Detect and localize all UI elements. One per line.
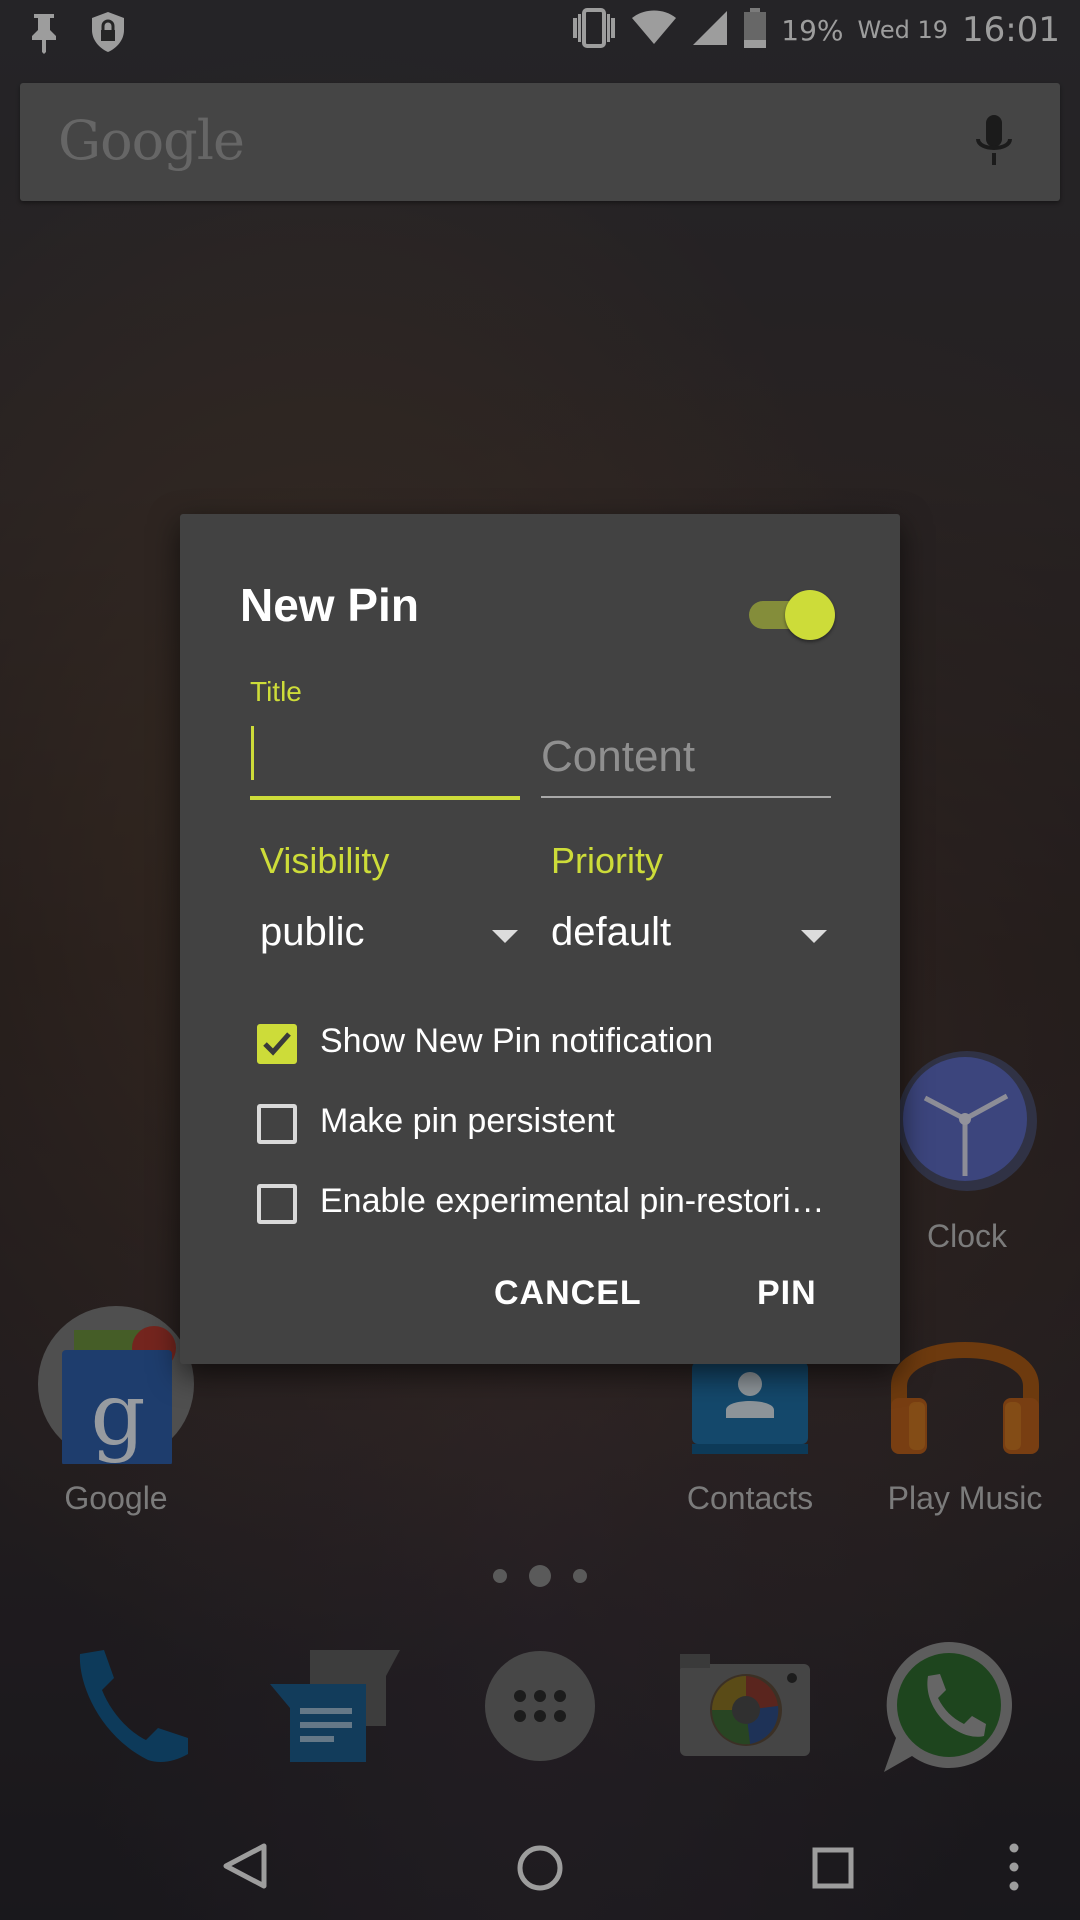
toggle-thumb	[785, 590, 835, 640]
priority-value: default	[551, 910, 672, 954]
home-screen: 19% Wed 19 16:01 Google Clock g Google C…	[0, 0, 1080, 1920]
show-notification-label: Show New Pin notification	[320, 1022, 714, 1060]
pin-enabled-toggle[interactable]	[745, 590, 835, 640]
visibility-dropdown-arrow-icon	[492, 930, 518, 943]
priority-dropdown-arrow-icon	[801, 930, 827, 943]
option-show-notification[interactable]: Show New Pin notification	[257, 1018, 857, 1074]
experimental-restore-label: Enable experimental pin-restori…	[320, 1182, 825, 1220]
pin-button[interactable]: PIN	[757, 1274, 817, 1313]
new-pin-dialog: New Pin Title Content Visibility Priorit…	[180, 514, 900, 1364]
content-placeholder: Content	[541, 732, 696, 781]
priority-label: Priority	[551, 840, 664, 881]
content-input-underline	[541, 796, 831, 798]
visibility-value: public	[260, 910, 365, 954]
priority-dropdown[interactable]: default	[551, 910, 841, 970]
persistent-checkbox[interactable]	[257, 1104, 297, 1144]
title-input-underline	[250, 796, 520, 800]
option-experimental-restore[interactable]: Enable experimental pin-restori…	[257, 1178, 857, 1234]
option-persistent[interactable]: Make pin persistent	[257, 1098, 857, 1154]
persistent-label: Make pin persistent	[320, 1102, 615, 1140]
visibility-dropdown[interactable]: public	[260, 910, 530, 970]
title-input[interactable]	[250, 714, 520, 800]
show-notification-checkbox[interactable]	[257, 1024, 297, 1064]
checkmark-icon	[263, 1032, 291, 1056]
dialog-title: New Pin	[240, 579, 419, 631]
title-field-label: Title	[250, 676, 302, 707]
cancel-button[interactable]: CANCEL	[494, 1274, 642, 1313]
visibility-label: Visibility	[260, 840, 390, 881]
text-cursor	[251, 726, 254, 780]
experimental-restore-checkbox[interactable]	[257, 1184, 297, 1224]
content-input[interactable]: Content	[541, 714, 831, 798]
